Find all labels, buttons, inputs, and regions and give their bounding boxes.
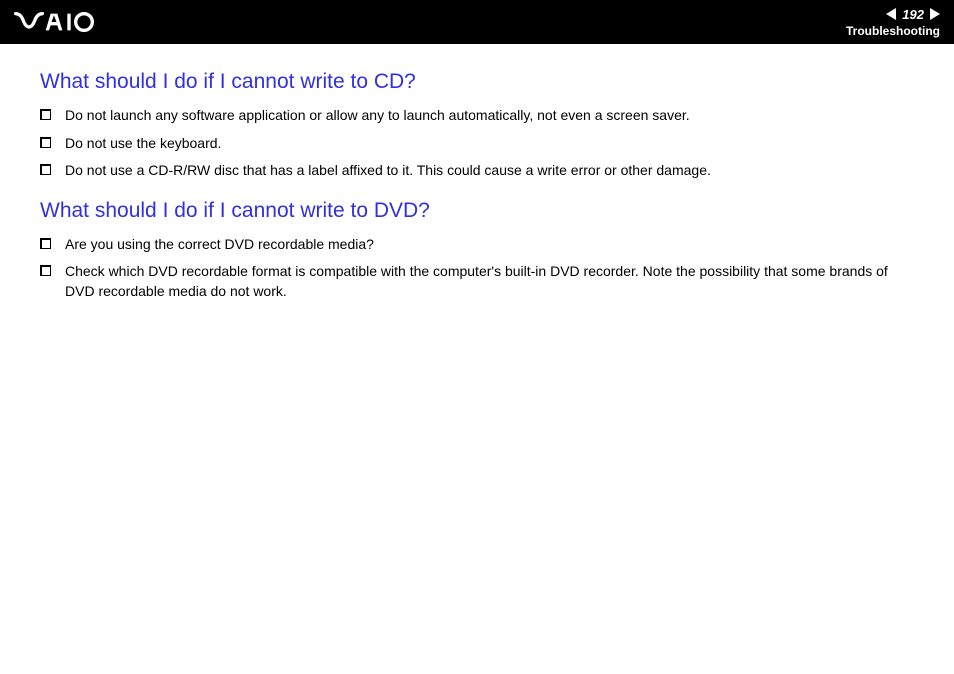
page-content: What should I do if I cannot write to CD… — [0, 44, 954, 302]
section-title: Troubleshooting — [846, 24, 940, 38]
list-item: Do not use a CD-R/RW disc that has a lab… — [40, 161, 914, 181]
checkbox-icon — [40, 265, 51, 276]
checkbox-icon — [40, 109, 51, 120]
list-item: Are you using the correct DVD recordable… — [40, 235, 914, 255]
question-heading-cd: What should I do if I cannot write to CD… — [40, 70, 914, 94]
list-item: Check which DVD recordable format is com… — [40, 262, 914, 301]
page-nav: 192 — [886, 7, 940, 22]
question-heading-dvd: What should I do if I cannot write to DV… — [40, 199, 914, 223]
bullet-list-dvd: Are you using the correct DVD recordable… — [40, 235, 914, 302]
header-right: 192 Troubleshooting — [846, 7, 940, 38]
list-item-text: Do not use a CD-R/RW disc that has a lab… — [65, 161, 914, 181]
list-item: Do not use the keyboard. — [40, 134, 914, 154]
bullet-list-cd: Do not launch any software application o… — [40, 106, 914, 181]
header-bar: 192 Troubleshooting — [0, 0, 954, 44]
nav-next-icon[interactable] — [930, 8, 940, 20]
nav-prev-icon[interactable] — [886, 8, 896, 20]
checkbox-icon — [40, 238, 51, 249]
vaio-logo — [14, 12, 114, 32]
page-number: 192 — [902, 7, 924, 22]
checkbox-icon — [40, 137, 51, 148]
list-item-text: Are you using the correct DVD recordable… — [65, 235, 914, 255]
list-item-text: Do not launch any software application o… — [65, 106, 914, 126]
list-item-text: Do not use the keyboard. — [65, 134, 914, 154]
list-item-text: Check which DVD recordable format is com… — [65, 262, 914, 301]
list-item: Do not launch any software application o… — [40, 106, 914, 126]
checkbox-icon — [40, 164, 51, 175]
